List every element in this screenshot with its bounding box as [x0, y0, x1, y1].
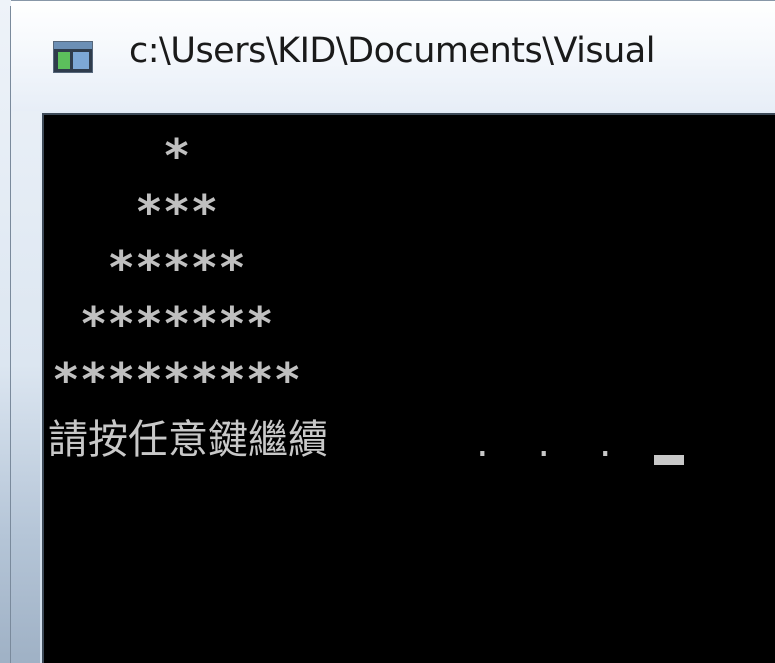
- console-window-icon[interactable]: [53, 41, 93, 73]
- console-line: *********: [52, 353, 302, 407]
- console-line: *: [52, 129, 191, 183]
- window-title: c:\Users\KID\Documents\Visual: [129, 31, 655, 71]
- window-titlebar[interactable]: c:\Users\KID\Documents\Visual: [11, 0, 775, 111]
- console-line: *******: [52, 297, 274, 351]
- console-prompt-dots: . . .: [476, 420, 630, 466]
- console-prompt: 請按任意鍵繼續: [48, 417, 328, 463]
- console-window: c:\Users\KID\Documents\Visual * *** ****…: [0, 0, 775, 663]
- console-line: ***: [52, 185, 219, 239]
- console-output-area[interactable]: * *** ***** ******* ********* 請按任意鍵繼續 . …: [42, 113, 775, 663]
- console-cursor: [654, 455, 684, 465]
- console-line: *****: [52, 241, 246, 295]
